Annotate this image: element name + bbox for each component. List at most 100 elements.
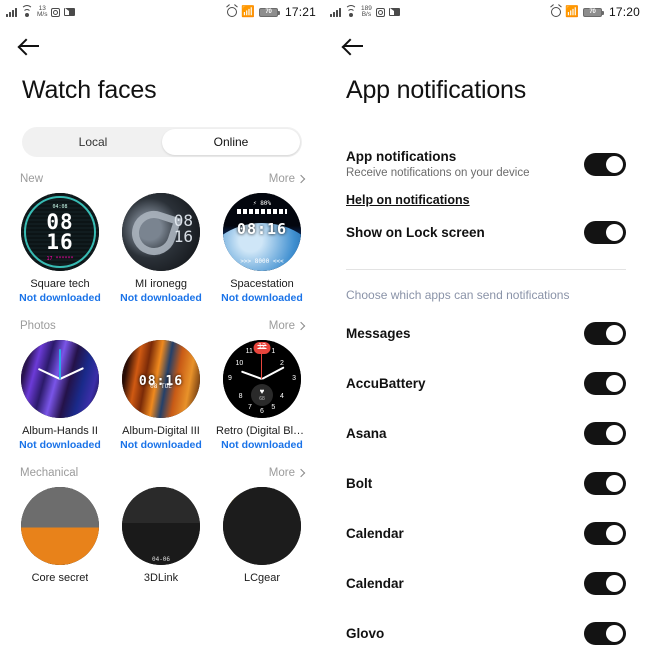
toggle-app[interactable] (584, 571, 626, 595)
toggle-app[interactable] (584, 421, 626, 445)
app-row[interactable]: Messages (346, 308, 626, 358)
watch-face-name: Square tech (30, 278, 90, 290)
app-row[interactable]: Bolt (346, 458, 626, 508)
row-description: Receive notifications on your device (346, 167, 530, 179)
watch-face-card[interactable]: 04:08 08 16 17 ****** Square tech Not do… (14, 193, 106, 304)
choose-apps-label: Choose which apps can send notifications (346, 288, 570, 302)
more-link-new[interactable]: More (269, 173, 306, 185)
toggle-app-notifications[interactable] (584, 152, 626, 176)
watch-face-name: Spacestation (230, 278, 294, 290)
status-bar-right: 189 B/s 📶 70 17:20 (324, 0, 648, 24)
tab-local[interactable]: Local (24, 129, 162, 155)
more-link-photos[interactable]: More (269, 320, 306, 332)
chevron-right-icon (296, 468, 306, 478)
app-notification-list: Messages AccuBattery Asana Bolt Calendar (346, 308, 626, 648)
app-row[interactable]: Calendar (346, 508, 626, 558)
page-title: Watch faces (22, 76, 157, 104)
watch-face-preview-core-secret: 80% ⚡ ♥ 08:16 SATFRITHUWEDTUESUNMON (21, 487, 99, 565)
watch-face-card[interactable]: 12 1 2 3 4 5 6 7 8 9 10 11 ♥ 68 Retro (D… (216, 340, 308, 451)
toggle-app[interactable] (584, 321, 626, 345)
help-on-notifications-link[interactable]: Help on notifications (346, 193, 470, 207)
screen-recorder-icon (51, 7, 61, 17)
watch-face-preview-mi-ironegg: 08 16 (122, 193, 200, 271)
chevron-right-icon (296, 174, 306, 184)
app-notifications-screen: 189 B/s 📶 70 17:20 App notifications App… (324, 0, 648, 648)
section-header-new: New More (14, 173, 310, 193)
battery-level: 70 (265, 9, 272, 15)
watch-face-status: Not downloaded (19, 292, 101, 304)
section-mechanical: Mechanical More 80% ⚡ ♥ 08:16 (0, 467, 324, 584)
app-row[interactable]: Calendar (346, 558, 626, 608)
app-name: Messages (346, 325, 411, 341)
signal-icon (330, 7, 341, 17)
watch-face-card[interactable]: 08 16 MI ironegg Not downloaded (115, 193, 207, 304)
app-row[interactable]: Asana (346, 408, 626, 458)
status-bar-left-icons: 13 M/s (6, 5, 227, 19)
network-speed-unit: M/s (37, 11, 48, 18)
tab-online[interactable]: Online (162, 129, 300, 155)
watch-face-status: Not downloaded (19, 439, 101, 451)
watch-face-status: Not downloaded (221, 439, 303, 451)
watch-face-card[interactable]: ⚡ 80% 08:16 >>> 8000 <<< Spacestation No… (216, 193, 308, 304)
bluetooth-icon: 📶 (565, 5, 579, 18)
face-time: 08:16 (236, 220, 288, 238)
watch-face-card[interactable]: 80% ⚡ ♥ 08:16 SATFRITHUWEDTUESUNMON Core… (14, 487, 106, 584)
watch-face-status: Not downloaded (120, 292, 202, 304)
toggle-app[interactable] (584, 371, 626, 395)
watch-face-card[interactable]: 08:1600 TUE 102 04-06 3DLink (115, 487, 207, 584)
network-speed-icon: 13 M/s (37, 5, 48, 19)
watch-face-card[interactable]: ⚡ 80% 08:16 00 TUE♥62 04-06🔥600 8000 LCg… (216, 487, 308, 584)
toggle-app[interactable] (584, 471, 626, 495)
row-title: App notifications (346, 149, 457, 164)
row-show-on-lock-screen[interactable]: Show on Lock screen (346, 209, 626, 255)
back-button[interactable] (18, 34, 42, 58)
app-name: AccuBattery (346, 375, 426, 391)
watch-face-name: Core secret (31, 572, 89, 584)
watch-face-name: MI ironegg (135, 278, 187, 290)
watch-face-preview-3dlink: 08:1600 TUE 102 04-06 (122, 487, 200, 565)
watch-face-name: Album-Digital III (122, 425, 200, 437)
more-link-mechanical[interactable]: More (268, 467, 306, 479)
chevron-right-icon (296, 321, 306, 331)
app-row[interactable]: Glovo (346, 608, 626, 648)
face-minute: 16 (173, 227, 193, 246)
screen-recorder-icon (375, 7, 385, 17)
watch-face-name: Retro (Digital Blac... (216, 425, 308, 437)
face-date: 08 TUE (150, 383, 172, 390)
back-button[interactable] (342, 34, 366, 58)
toggle-app[interactable] (584, 621, 626, 645)
face-hour: 08 (46, 210, 74, 234)
toggle-show-on-lock-screen[interactable] (584, 220, 626, 244)
face-battery-text: ⚡ 80% (252, 200, 272, 207)
status-bar-clock: 17:20 (608, 5, 640, 19)
app-row[interactable]: AccuBattery (346, 358, 626, 408)
notification-settings: App notifications Receive notifications … (324, 105, 648, 648)
face-time: 08 16 (174, 213, 193, 245)
row-title: Show on Lock screen (346, 224, 485, 240)
wifi-icon (21, 5, 33, 17)
more-label: More (268, 467, 295, 479)
watch-face-card[interactable]: 08:16 08 TUE Album-Digital III Not downl… (115, 340, 207, 451)
dual-screenshot-container: 13 M/s 📶 70 17:21 Watch faces Local Onli… (0, 0, 648, 648)
face-text-bottom: 17 ****** (46, 256, 74, 262)
watch-faces-screen: 13 M/s 📶 70 17:21 Watch faces Local Onli… (0, 0, 324, 648)
section-header-photos: Photos More (14, 320, 310, 340)
watch-face-preview-square-tech: 04:08 08 16 17 ****** (21, 193, 99, 271)
status-bar-left: 13 M/s 📶 70 17:21 (0, 0, 324, 24)
heart-icon: ♥ (259, 386, 265, 396)
watch-face-preview-album-digital: 08:16 08 TUE (122, 340, 200, 418)
toggle-app[interactable] (584, 521, 626, 545)
watch-face-name: 3DLink (143, 572, 179, 584)
row-app-notifications[interactable]: App notifications Receive notifications … (346, 141, 626, 187)
alarm-icon (227, 7, 238, 17)
app-name: Bolt (346, 475, 373, 491)
watch-face-preview-album-hands (21, 340, 99, 418)
mail-icon (64, 8, 83, 16)
card-row-new: 04:08 08 16 17 ****** Square tech Not do… (14, 193, 310, 304)
face-text-bottom: >>> 8000 <<< (240, 258, 284, 265)
face-heart-rate-complication: ♥ 68 (251, 383, 273, 406)
section-title: Photos (20, 320, 56, 332)
local-online-segmented-control[interactable]: Local Online (22, 127, 302, 157)
app-name: Calendar (346, 525, 404, 541)
watch-face-card[interactable]: Album-Hands II Not downloaded (14, 340, 106, 451)
